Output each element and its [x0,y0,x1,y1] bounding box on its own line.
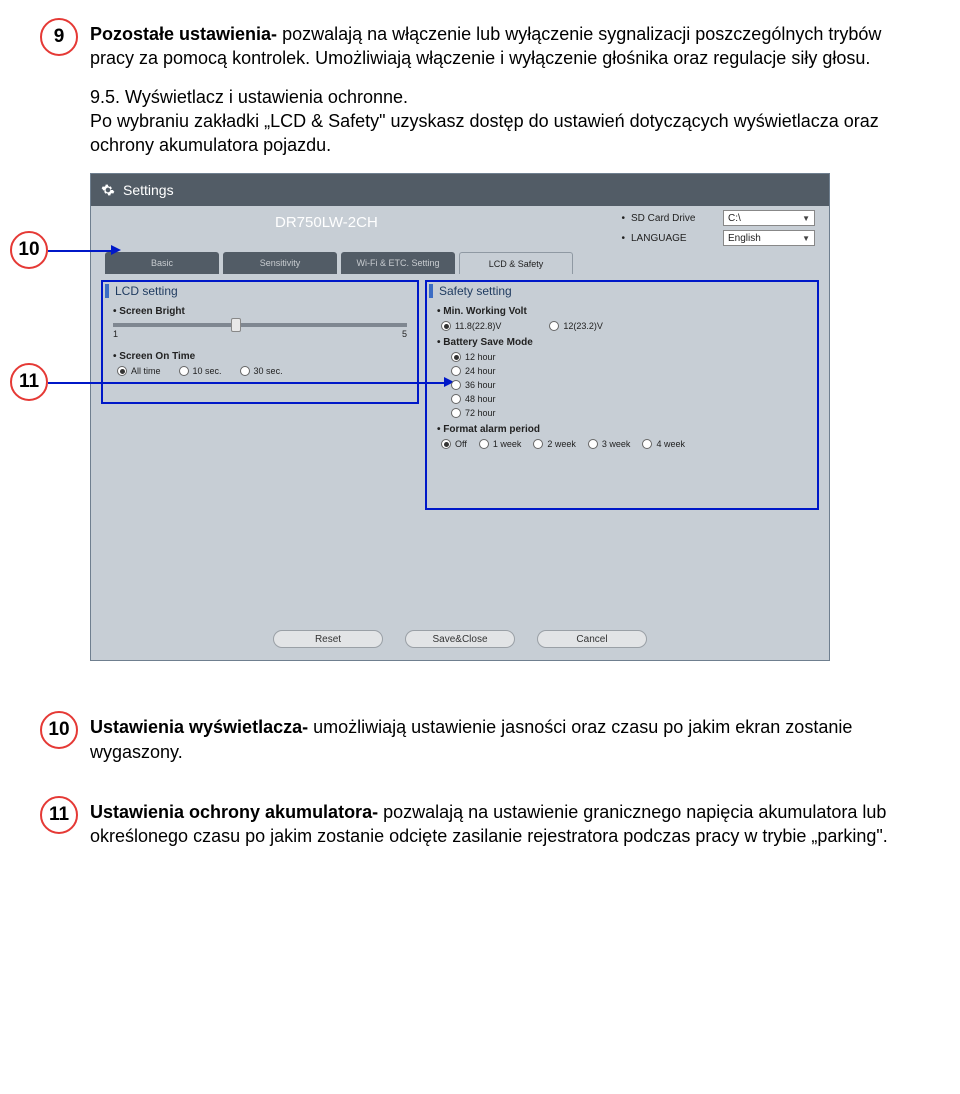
badge-9: 9 [40,18,78,56]
sd-card-label: SD Card Drive [631,213,723,224]
language-select[interactable]: English ▼ [723,230,815,246]
tab-sensitivity[interactable]: Sensitivity [223,252,337,274]
battery-save-label: Battery Save Mode [437,337,815,348]
sd-card-select[interactable]: C:\ ▼ [723,210,815,226]
cancel-button[interactable]: Cancel [537,630,647,648]
min-volt-label: Min. Working Volt [437,306,815,317]
screen-on-time-label: Screen On Time [113,351,415,362]
radio-alarm-4w[interactable]: 4 week [642,439,685,449]
radio-10-sec[interactable]: 10 sec. [179,366,222,376]
language-label: LANGUAGE [631,233,723,244]
radio-alarm-3w[interactable]: 3 week [588,439,631,449]
settings-window: Settings DR750LW-2CH • SD Card Drive C:\… [90,173,830,661]
tab-lcd-safety[interactable]: LCD & Safety [459,252,573,274]
reset-button[interactable]: Reset [273,630,383,648]
radio-72-hour[interactable]: 72 hour [451,408,815,418]
badge-11: 11 [40,796,78,834]
slider-thumb[interactable] [231,318,241,332]
radio-36-hour[interactable]: 36 hour [451,380,815,390]
radio-volt-11-8[interactable]: 11.8(22.8)V [441,321,501,331]
radio-30-sec[interactable]: 30 sec. [240,366,283,376]
badge-10-callout: 10 [10,231,48,269]
lcd-setting-head: LCD setting [105,284,415,298]
arrow-10 [48,250,113,252]
titlebar-text: Settings [123,182,174,198]
tab-basic[interactable]: Basic [105,252,219,274]
screen-bright-slider[interactable] [113,323,407,327]
titlebar: Settings [91,174,829,206]
lcd-setting-panel: LCD setting Screen Bright 1 5 Screen On … [105,284,415,550]
radio-volt-12[interactable]: 12(23.2)V [549,321,603,331]
section-9-5: 9.5. Wyświetlacz i ustawienia ochronne. … [90,85,920,158]
chevron-down-icon: ▼ [802,234,810,243]
safety-setting-panel: Safety setting Min. Working Volt 11.8(22… [429,284,815,550]
format-alarm-label: Format alarm period [437,424,815,435]
model-label: DR750LW-2CH [275,214,378,250]
save-close-button[interactable]: Save&Close [405,630,515,648]
badge-10: 10 [40,711,78,749]
safety-setting-head: Safety setting [429,284,815,298]
radio-24-hour[interactable]: 24 hour [451,366,815,376]
radio-alarm-1w[interactable]: 1 week [479,439,522,449]
chevron-down-icon: ▼ [802,214,810,223]
badge-11-callout: 11 [10,363,48,401]
para-10: Ustawienia wyświetlacza- umożliwiają ust… [90,711,920,764]
radio-12-hour[interactable]: 12 hour [451,352,815,362]
blank-area [91,564,829,624]
radio-alarm-off[interactable]: Off [441,439,467,449]
tab-wifi-etc[interactable]: Wi-Fi & ETC. Setting [341,252,455,274]
screen-bright-label: Screen Bright [113,306,415,317]
tabs: Basic Sensitivity Wi-Fi & ETC. Setting L… [91,250,829,274]
para-9: Pozostałe ustawienia- pozwalają na włącz… [90,18,920,71]
radio-alarm-2w[interactable]: 2 week [533,439,576,449]
radio-all-time[interactable]: All time [117,366,161,376]
para-11: Ustawienia ochrony akumulatora- pozwalaj… [90,796,920,849]
gear-icon [101,183,115,197]
radio-48-hour[interactable]: 48 hour [451,394,815,404]
